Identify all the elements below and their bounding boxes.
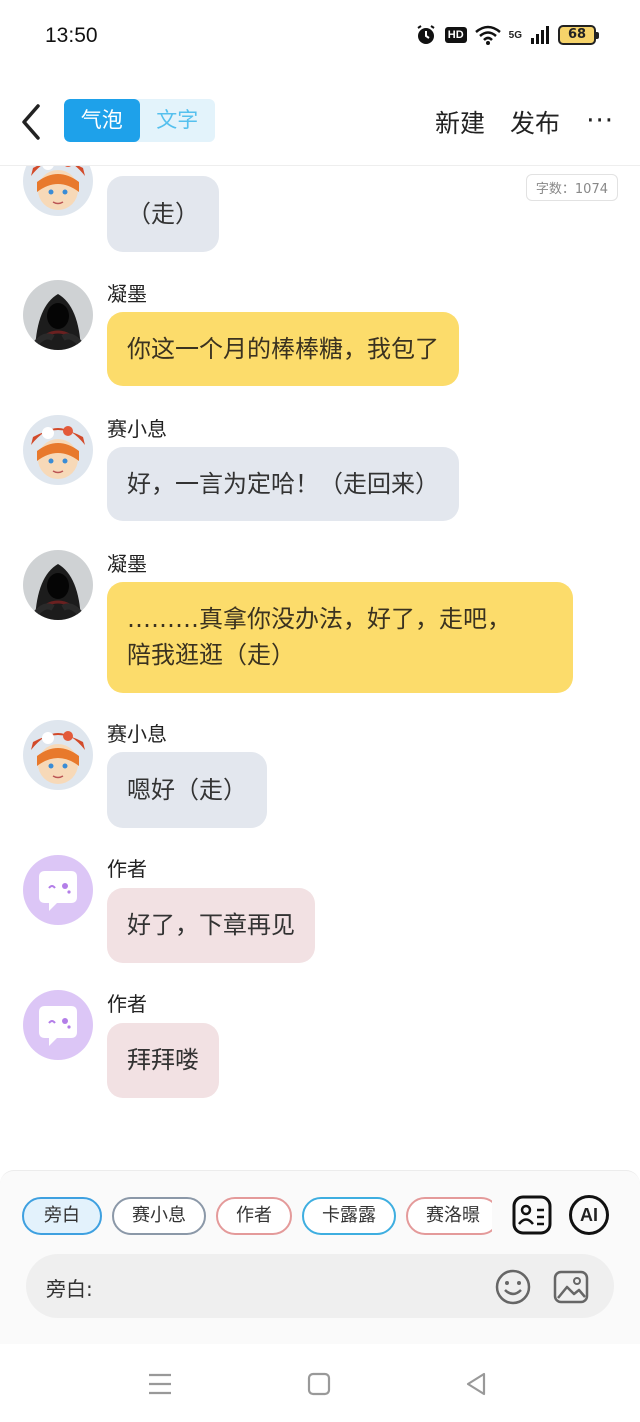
- back-nav-icon[interactable]: [462, 1370, 490, 1398]
- speaker-label: 旁白:: [46, 1277, 93, 1301]
- emoji-icon[interactable]: [494, 1268, 532, 1306]
- character-card-icon[interactable]: [512, 1195, 552, 1235]
- message-bubble[interactable]: ………真拿你没办法，好了，走吧， 陪我逛逛（走）: [107, 582, 573, 693]
- message-bubble[interactable]: 好，一言为定哈！（走回来）: [107, 447, 459, 521]
- wifi-icon: [474, 25, 501, 45]
- tab-bubble[interactable]: 气泡: [64, 99, 140, 142]
- sender-name: 赛小息: [107, 417, 167, 441]
- sender-name: 赛小息: [107, 722, 167, 746]
- tab-text[interactable]: 文字: [140, 99, 216, 142]
- battery-icon: 68: [558, 25, 599, 45]
- message-bubble[interactable]: 嗯好（走）: [107, 752, 267, 828]
- ai-button[interactable]: AI: [569, 1195, 609, 1235]
- hd-icon: HD: [444, 27, 467, 43]
- mode-toggle: 气泡 文字: [64, 99, 215, 142]
- home-icon[interactable]: [305, 1370, 333, 1398]
- message-input[interactable]: [106, 1266, 486, 1306]
- message-line: 陪我逛逛（走）: [127, 641, 295, 669]
- speaker-chip-sailuo[interactable]: 赛洛暻: [406, 1197, 492, 1235]
- speaker-chip-list[interactable]: 旁白 赛小息 作者 卡露露 赛洛暻: [22, 1197, 492, 1237]
- alarm-icon: [417, 25, 435, 44]
- sender-name: 作者: [107, 992, 147, 1016]
- boy-avatar[interactable]: [23, 415, 93, 485]
- word-count-badge: 字数：1074: [525, 174, 618, 201]
- speaker-chip-author[interactable]: 作者: [216, 1197, 292, 1235]
- hooded-avatar[interactable]: [23, 280, 93, 350]
- publish-button[interactable]: 发布: [510, 104, 560, 140]
- status-bar: 13:50 HD 5G 68: [0, 0, 640, 72]
- speaker-chip-narration[interactable]: 旁白: [22, 1197, 102, 1235]
- message-bubble[interactable]: 你这一个月的棒棒糖，我包了: [107, 312, 459, 386]
- back-icon[interactable]: [18, 102, 48, 142]
- status-time: 13:50: [45, 24, 98, 47]
- speaker-chip-kalulu[interactable]: 卡露露: [302, 1197, 396, 1235]
- system-nav-bar: [0, 1344, 640, 1422]
- message-line: ………真拿你没办法，好了，走吧，: [127, 605, 511, 633]
- boy-avatar[interactable]: [23, 720, 93, 790]
- more-options-button[interactable]: ···: [586, 106, 614, 136]
- boy-avatar[interactable]: [23, 166, 93, 216]
- chat-area[interactable]: 字数：1074 （走） 凝墨 你这一个月的棒棒糖，我包了 赛小息 好，一言为定哈…: [0, 166, 640, 1170]
- sender-name: 作者: [107, 857, 147, 881]
- status-icons: HD 5G 68: [415, 24, 599, 46]
- network-label: 5G: [508, 29, 522, 41]
- speaker-chip-saixiaoxi[interactable]: 赛小息: [112, 1197, 206, 1235]
- image-icon[interactable]: [552, 1268, 590, 1306]
- sender-name: 凝墨: [107, 282, 147, 306]
- sender-name: 凝墨: [107, 552, 147, 576]
- new-button[interactable]: 新建: [435, 104, 485, 140]
- message-bubble[interactable]: （走）: [107, 176, 219, 252]
- message-input-row: 旁白:: [26, 1254, 614, 1318]
- editor-header: 气泡 文字 新建 发布 ···: [0, 72, 640, 166]
- author-avatar[interactable]: [23, 855, 93, 925]
- hooded-avatar[interactable]: [23, 550, 93, 620]
- message-bubble[interactable]: 拜拜喽: [107, 1023, 219, 1098]
- signal-icon: [531, 26, 549, 44]
- compose-panel: 旁白 赛小息 作者 卡露露 赛洛暻 AI 旁白:: [0, 1170, 640, 1344]
- message-bubble[interactable]: 好了，下章再见: [107, 888, 315, 963]
- author-avatar[interactable]: [23, 990, 93, 1060]
- menu-icon[interactable]: [146, 1370, 174, 1398]
